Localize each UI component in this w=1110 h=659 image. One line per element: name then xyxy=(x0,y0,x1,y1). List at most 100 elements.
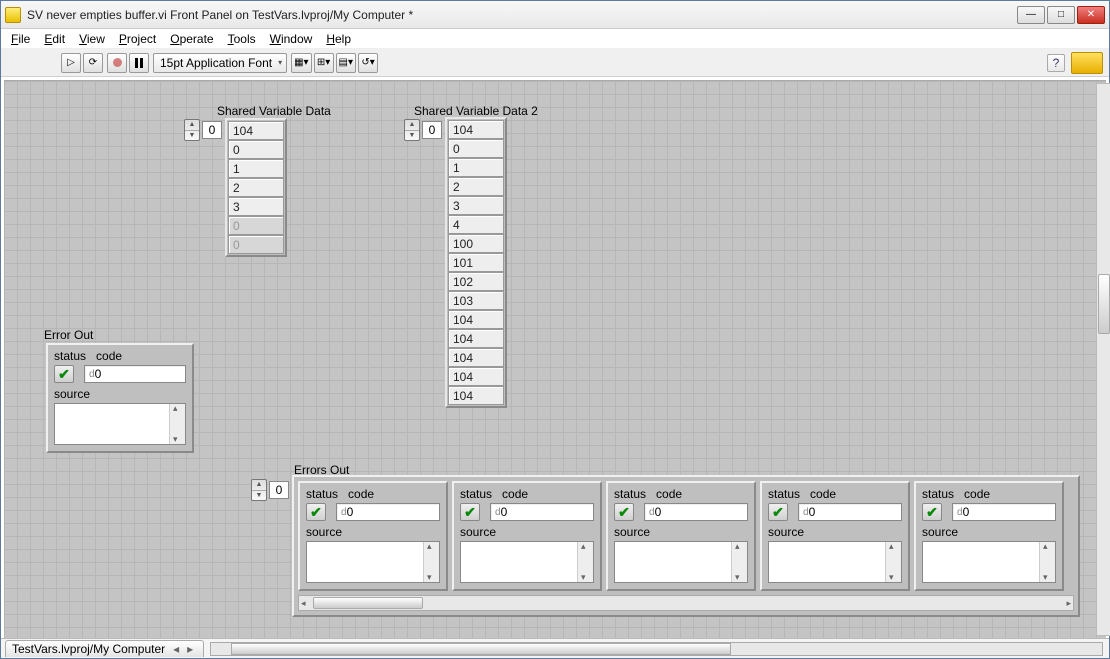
vi-icon[interactable] xyxy=(1071,52,1103,74)
horizontal-scrollbar[interactable] xyxy=(298,595,1074,611)
error-code-field[interactable]: d0 xyxy=(798,503,902,521)
error-code-field[interactable]: d0 xyxy=(490,503,594,521)
run-button[interactable]: ▷ xyxy=(61,53,81,73)
arr2-cell-0[interactable]: 104 xyxy=(448,120,504,139)
scrollbar-icon[interactable] xyxy=(1039,542,1055,582)
spinner-svd1[interactable]: ▲▼ xyxy=(184,119,200,141)
font-select[interactable]: 15pt Application Font xyxy=(153,53,287,73)
arr2-cell-3[interactable]: 2 xyxy=(448,177,504,196)
spinner-svd2[interactable]: ▲▼ xyxy=(404,119,420,141)
scrollbar-icon[interactable] xyxy=(577,542,593,582)
error-status-led[interactable]: ✔ xyxy=(768,503,788,521)
error-source-field[interactable] xyxy=(768,541,902,583)
run-continuous-button[interactable]: ⟳ xyxy=(83,53,103,73)
error-code-field[interactable]: d0 xyxy=(644,503,748,521)
arr2-cell-9[interactable]: 103 xyxy=(448,291,504,310)
scrollbar-icon[interactable] xyxy=(423,542,439,582)
window-title: SV never empties buffer.vi Front Panel o… xyxy=(27,8,1011,22)
vertical-scrollbar[interactable] xyxy=(1096,83,1110,636)
menu-operate[interactable]: Operate xyxy=(170,32,213,46)
arr2-cell-6[interactable]: 100 xyxy=(448,234,504,253)
menu-tools[interactable]: Tools xyxy=(228,32,256,46)
error-source-field[interactable] xyxy=(614,541,748,583)
arr2-cell-1[interactable]: 0 xyxy=(448,139,504,158)
distribute-button[interactable]: ⊞▾ xyxy=(314,53,334,73)
label-svd2: Shared Variable Data 2 xyxy=(414,104,538,118)
error-status-led[interactable]: ✔ xyxy=(614,503,634,521)
arr2-cell-12[interactable]: 104 xyxy=(448,348,504,367)
arr1-cell-2[interactable]: 1 xyxy=(228,159,284,178)
minimize-button[interactable]: — xyxy=(1017,6,1045,24)
front-panel-canvas[interactable]: Shared Variable Data ▲▼ 104 0 1 2 3 0 0 … xyxy=(4,80,1106,638)
arr2-cell-14[interactable]: 104 xyxy=(448,386,504,405)
arr2-cell-7[interactable]: 101 xyxy=(448,253,504,272)
abort-button[interactable] xyxy=(107,53,127,73)
menu-view[interactable]: View xyxy=(79,32,105,46)
arr1-cell-6[interactable]: 0 xyxy=(228,235,284,254)
arr1-cell-5[interactable]: 0 xyxy=(228,216,284,235)
error-out-cluster: status code ✔ d0 source xyxy=(46,343,194,453)
reorder-button[interactable]: ↺▾ xyxy=(358,53,378,73)
arr2-cell-13[interactable]: 104 xyxy=(448,367,504,386)
error-status-led[interactable]: ✔ xyxy=(460,503,480,521)
error-status-led[interactable]: ✔ xyxy=(306,503,326,521)
label-code: code xyxy=(502,487,528,501)
menu-file[interactable]: File xyxy=(11,32,30,46)
arr1-cell-0[interactable]: 104 xyxy=(228,121,284,140)
array-svd1: 104 0 1 2 3 0 0 xyxy=(225,118,287,257)
arr2-cell-8[interactable]: 102 xyxy=(448,272,504,291)
label-code: code xyxy=(348,487,374,501)
spinner-errors-out[interactable]: ▲▼ xyxy=(251,479,267,501)
help-icon[interactable]: ? xyxy=(1047,54,1065,72)
toolbar: ▷ ⟳ 15pt Application Font ▦▾ ⊞▾ ▤▾ ↺▾ ? xyxy=(1,49,1109,77)
titlebar: SV never empties buffer.vi Front Panel o… xyxy=(1,1,1109,29)
arr2-cell-10[interactable]: 104 xyxy=(448,310,504,329)
main-horizontal-scrollbar[interactable] xyxy=(210,642,1103,656)
error-source-field[interactable] xyxy=(306,541,440,583)
label-status: status xyxy=(460,487,492,501)
error-code-field[interactable]: d0 xyxy=(336,503,440,521)
arr2-cell-2[interactable]: 1 xyxy=(448,158,504,177)
pause-button[interactable] xyxy=(129,53,149,73)
checkmark-icon: ✔ xyxy=(464,504,476,521)
project-tab[interactable]: TestVars.lvproj/My Computer ◂▸ xyxy=(5,640,204,657)
index-errors-out[interactable] xyxy=(269,481,289,499)
label-code: code xyxy=(964,487,990,501)
errors-out-array: statuscode✔d0sourcestatuscode✔d0sourcest… xyxy=(292,475,1080,617)
arr1-cell-4[interactable]: 3 xyxy=(228,197,284,216)
arr2-cell-11[interactable]: 104 xyxy=(448,329,504,348)
scrollbar-icon[interactable] xyxy=(169,404,185,444)
index-svd1[interactable] xyxy=(202,121,222,139)
checkmark-icon: ✔ xyxy=(310,504,322,521)
arr1-cell-1[interactable]: 0 xyxy=(228,140,284,159)
app-window: SV never empties buffer.vi Front Panel o… xyxy=(0,0,1110,659)
error-status-led[interactable]: ✔ xyxy=(922,503,942,521)
error-source-field[interactable] xyxy=(460,541,594,583)
menu-help[interactable]: Help xyxy=(326,32,351,46)
resize-button[interactable]: ▤▾ xyxy=(336,53,356,73)
arr1-cell-3[interactable]: 2 xyxy=(228,178,284,197)
menu-project[interactable]: Project xyxy=(119,32,156,46)
error-status-led[interactable]: ✔ xyxy=(54,365,74,383)
error-source-field[interactable] xyxy=(922,541,1056,583)
label-code: code xyxy=(96,349,122,363)
scrollbar-icon[interactable] xyxy=(731,542,747,582)
close-button[interactable]: ✕ xyxy=(1077,6,1105,24)
menu-edit[interactable]: Edit xyxy=(44,32,65,46)
arr2-cell-5[interactable]: 4 xyxy=(448,215,504,234)
arr2-cell-4[interactable]: 3 xyxy=(448,196,504,215)
labview-icon xyxy=(5,7,21,23)
error-code-field[interactable]: d0 xyxy=(84,365,186,383)
index-svd2[interactable] xyxy=(422,121,442,139)
menu-window[interactable]: Window xyxy=(270,32,313,46)
label-status: status xyxy=(54,349,86,363)
align-button[interactable]: ▦▾ xyxy=(291,53,311,73)
label-source: source xyxy=(460,525,594,539)
label-source: source xyxy=(614,525,748,539)
error-source-field[interactable] xyxy=(54,403,186,445)
error-code-field[interactable]: d0 xyxy=(952,503,1056,521)
menubar: File Edit View Project Operate Tools Win… xyxy=(1,29,1109,49)
scrollbar-icon[interactable] xyxy=(885,542,901,582)
maximize-button[interactable]: □ xyxy=(1047,6,1075,24)
label-status: status xyxy=(768,487,800,501)
